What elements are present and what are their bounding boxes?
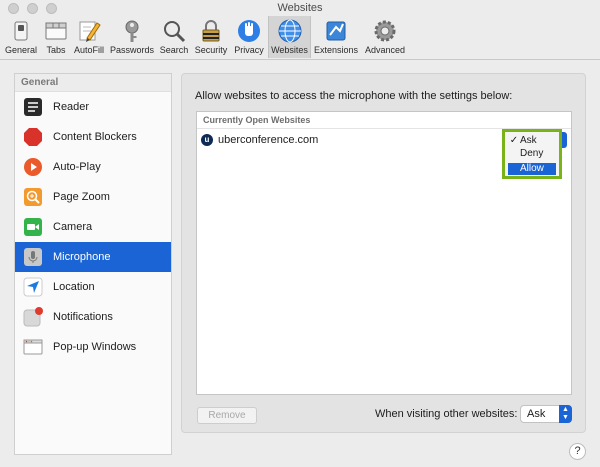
chevron-updown-icon: ▲ ▼ bbox=[559, 405, 572, 423]
stop-icon bbox=[23, 127, 43, 147]
notifications-icon bbox=[23, 307, 43, 327]
menu-option-label: Deny bbox=[520, 148, 544, 159]
table-header: Currently Open Websites bbox=[197, 112, 571, 129]
sidebar-item-content-blockers[interactable]: Content Blockers bbox=[15, 122, 171, 152]
toolbar-label: Privacy bbox=[234, 45, 264, 55]
sidebar-item-camera[interactable]: Camera bbox=[15, 212, 171, 242]
camera-icon bbox=[23, 217, 43, 237]
pencil-icon bbox=[77, 19, 101, 43]
sidebar-header: General bbox=[15, 74, 171, 92]
sidebar-item-notifications[interactable]: Notifications bbox=[15, 302, 171, 332]
sidebar-item-auto-play[interactable]: Auto-Play bbox=[15, 152, 171, 182]
toolbar-label: AutoFill bbox=[73, 45, 104, 55]
toolbar-label: Websites bbox=[271, 45, 308, 55]
toolbar-search[interactable]: Search bbox=[157, 16, 191, 58]
window-title: Websites bbox=[277, 2, 323, 14]
toolbar-general[interactable]: General bbox=[2, 16, 40, 58]
sidebar-item-reader[interactable]: Reader bbox=[15, 92, 171, 122]
sidebar-item-label: Reader bbox=[53, 101, 90, 113]
menu-option-deny[interactable]: Deny bbox=[508, 148, 556, 160]
sidebar-item-label: Camera bbox=[53, 221, 93, 233]
search-icon bbox=[162, 19, 186, 43]
site-name: uberconference.com bbox=[218, 134, 319, 146]
sidebar: General Reader Content Blockers Auto-Pla… bbox=[14, 73, 172, 455]
toolbar-label: Tabs bbox=[46, 45, 66, 55]
sidebar-item-label: Content Blockers bbox=[53, 131, 137, 143]
sidebar-item-label: Pop-up Windows bbox=[53, 341, 137, 353]
sidebar-item-label: Location bbox=[53, 281, 95, 293]
other-websites-select[interactable]: Ask ▲ ▼ bbox=[520, 405, 572, 423]
sidebar-item-popup-windows[interactable]: Pop-up Windows bbox=[15, 332, 171, 362]
switch-icon bbox=[9, 19, 33, 43]
help-button[interactable]: ? bbox=[569, 443, 586, 460]
menu-option-label: Ask bbox=[520, 135, 537, 146]
remove-button[interactable]: Remove bbox=[197, 407, 257, 424]
toolbar-passwords[interactable]: Passwords bbox=[107, 16, 157, 58]
permission-menu: ✓ Ask Deny Allow bbox=[502, 129, 562, 179]
site-favicon-icon: u bbox=[201, 134, 213, 146]
hand-icon bbox=[237, 19, 261, 43]
puzzle-icon bbox=[324, 19, 348, 43]
gear-icon bbox=[373, 19, 397, 43]
toolbar-extensions[interactable]: Extensions bbox=[312, 16, 360, 58]
toolbar-label: Passwords bbox=[109, 45, 154, 55]
table-row[interactable]: u uberconference.com bbox=[201, 134, 318, 146]
toolbar-tabs[interactable]: Tabs bbox=[41, 16, 71, 58]
preferences-toolbar: General Tabs AutoFill Passwords Search S… bbox=[0, 16, 600, 60]
toolbar-label: Security bbox=[194, 45, 228, 55]
zoom-icon bbox=[23, 187, 43, 207]
toolbar-label: Extensions bbox=[313, 45, 359, 55]
sidebar-item-microphone[interactable]: Microphone bbox=[15, 242, 171, 272]
location-icon bbox=[23, 277, 43, 297]
key-icon bbox=[120, 19, 144, 43]
sidebar-item-label: Page Zoom bbox=[53, 191, 110, 203]
preferences-window: Websites General Tabs AutoFill Passwords bbox=[0, 0, 600, 467]
toolbar-label: Advanced bbox=[364, 45, 406, 55]
tabs-icon bbox=[44, 19, 68, 43]
settings-prompt: Allow websites to access the microphone … bbox=[195, 90, 513, 102]
toolbar-advanced[interactable]: Advanced bbox=[362, 16, 408, 58]
toolbar-security[interactable]: Security bbox=[192, 16, 230, 58]
lock-icon bbox=[199, 19, 223, 43]
menu-option-label: Allow bbox=[520, 163, 544, 174]
other-websites-label: When visiting other websites: bbox=[375, 408, 518, 420]
title-bar: Websites bbox=[0, 0, 600, 16]
microphone-icon bbox=[23, 247, 43, 267]
select-value: Ask bbox=[527, 408, 546, 420]
menu-option-ask[interactable]: ✓ Ask bbox=[508, 135, 556, 147]
sidebar-item-label: Auto-Play bbox=[53, 161, 101, 173]
toolbar-websites[interactable]: Websites bbox=[268, 16, 311, 58]
checkmark-icon: ✓ bbox=[509, 135, 519, 146]
sidebar-item-page-zoom[interactable]: Page Zoom bbox=[15, 182, 171, 212]
sidebar-item-label: Notifications bbox=[53, 311, 113, 323]
menu-option-allow[interactable]: Allow bbox=[508, 163, 556, 175]
toolbar-privacy[interactable]: Privacy bbox=[231, 16, 267, 58]
toolbar-label: General bbox=[4, 45, 38, 55]
play-icon bbox=[23, 157, 43, 177]
globe-icon bbox=[278, 19, 302, 43]
sidebar-item-label: Microphone bbox=[53, 251, 111, 263]
sidebar-item-location[interactable]: Location bbox=[15, 272, 171, 302]
popup-windows-icon bbox=[23, 337, 43, 357]
reader-icon bbox=[23, 97, 43, 117]
toolbar-autofill[interactable]: AutoFill bbox=[72, 16, 106, 58]
toolbar-label: Search bbox=[159, 45, 189, 55]
